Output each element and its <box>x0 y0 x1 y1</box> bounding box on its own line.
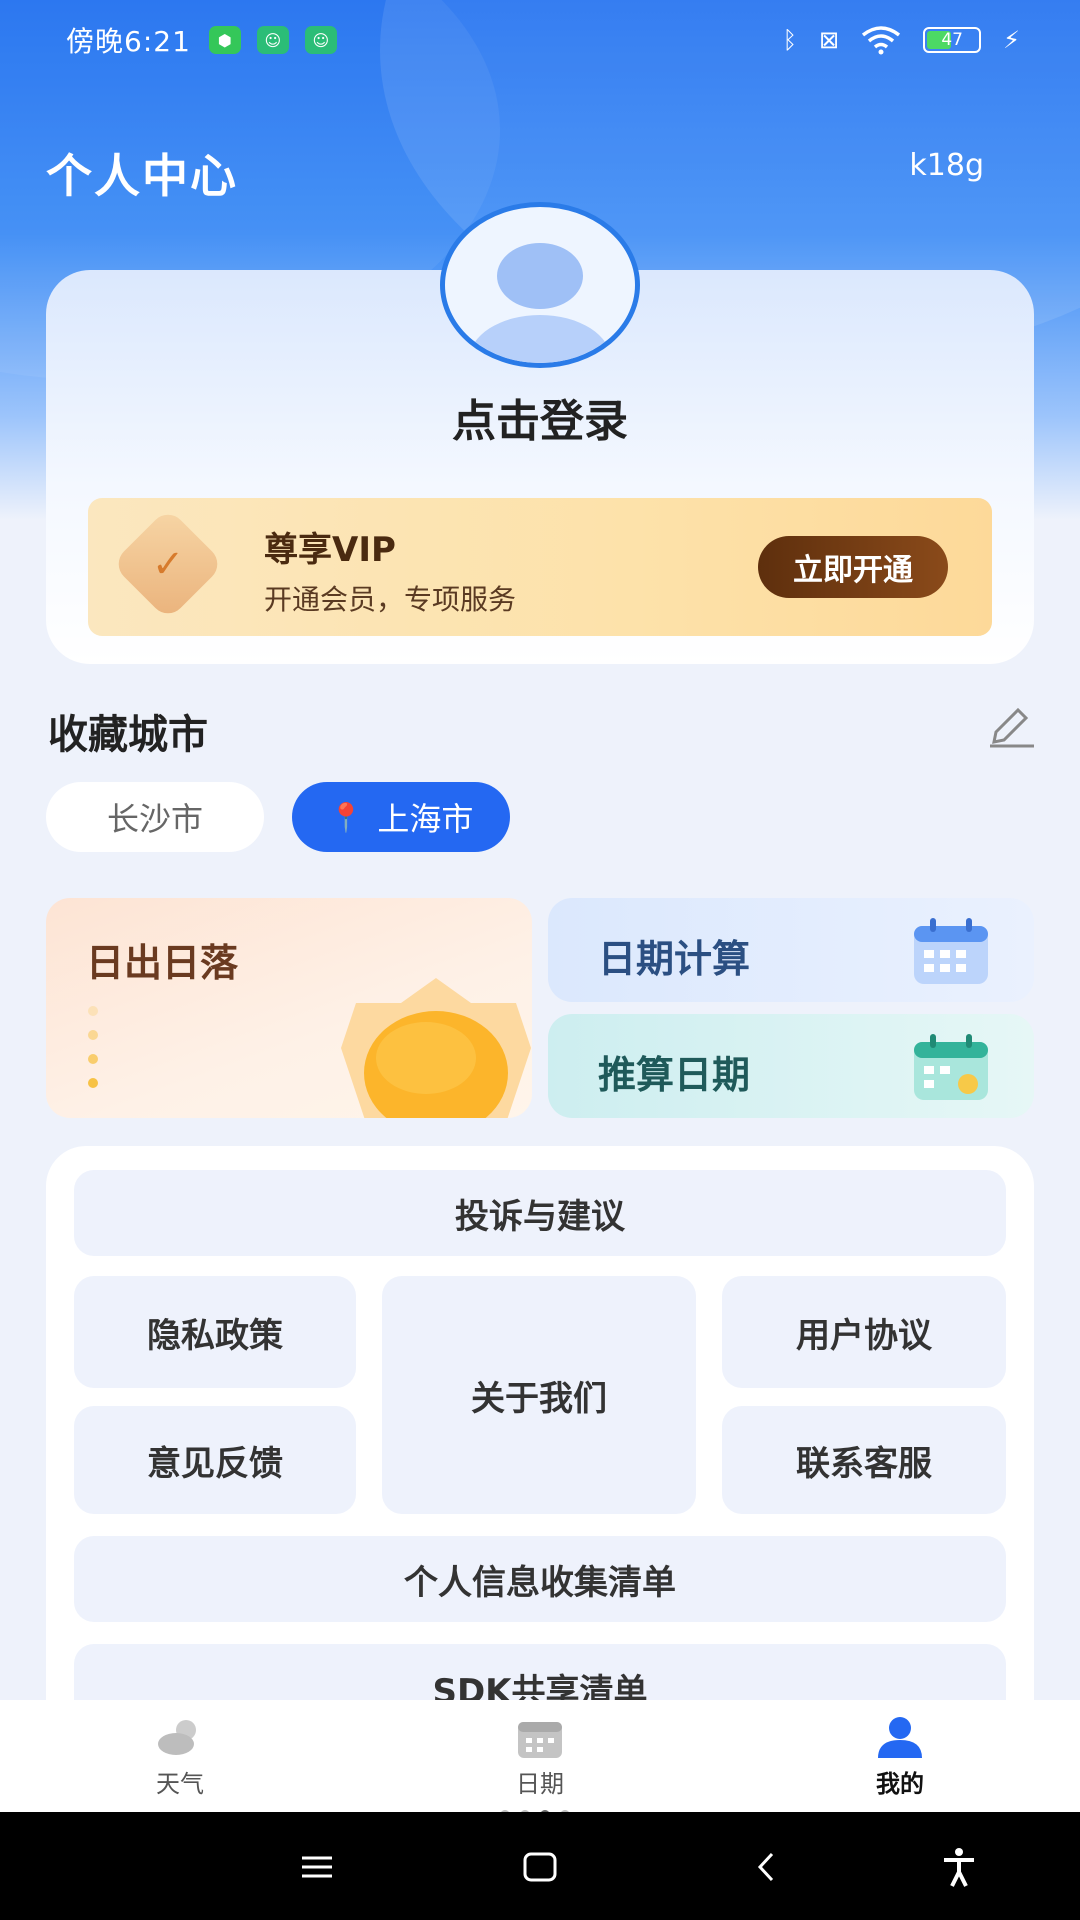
avatar[interactable] <box>440 202 640 368</box>
status-bar: 傍晚6:21 ⬢ ☺ ☺ ᛒ ⊠ 47 ⚡ <box>0 0 1080 80</box>
location-pin-icon: 📍 <box>328 800 364 834</box>
cat-icon: ☺ <box>256 26 289 54</box>
nav-label: 日期 <box>516 1769 564 1798</box>
vip-title: 尊享VIP <box>264 530 396 570</box>
tool-sunrise-sunset[interactable]: 日出日落 <box>46 898 532 1118</box>
vip-activate-button[interactable]: 立即开通 <box>758 536 948 598</box>
weather-icon <box>158 1719 196 1755</box>
user-agreement-button[interactable]: 用户协议 <box>722 1276 1006 1388</box>
tool-date-calculate[interactable]: 日期计算 <box>548 898 1034 1002</box>
cat-icon: ☺ <box>304 26 337 54</box>
battery-icon: 47 <box>923 27 982 53</box>
status-time: 傍晚6:21 <box>66 25 191 58</box>
about-us-button[interactable]: 关于我们 <box>382 1276 696 1514</box>
home-icon[interactable] <box>515 1842 565 1892</box>
edit-icon[interactable] <box>986 702 1036 748</box>
privacy-policy-button[interactable]: 隐私政策 <box>74 1276 356 1388</box>
tool-label: 日期计算 <box>598 937 751 981</box>
city-chip-shanghai[interactable]: 📍 上海市 <box>292 782 510 852</box>
version-label: k18g <box>909 148 984 183</box>
city-name: 上海市 <box>377 800 474 838</box>
back-icon[interactable] <box>742 1842 792 1892</box>
tool-label: 推算日期 <box>598 1053 751 1097</box>
login-button[interactable]: 点击登录 <box>0 385 1080 449</box>
links-panel: 投诉与建议 隐私政策 关于我们 用户协议 意见反馈 联系客服 个人信息收集清单 … <box>46 1146 1034 1730</box>
city-chip-changsha[interactable]: 长沙市 <box>46 782 264 852</box>
city-name: 长沙市 <box>106 800 203 838</box>
system-nav-bar <box>0 1812 1080 1920</box>
page-title: 个人中心 <box>46 149 238 203</box>
sun-icon <box>341 978 531 1118</box>
menu-icon[interactable] <box>292 1842 342 1892</box>
tool-date-infer[interactable]: 推算日期 <box>548 1014 1034 1118</box>
nav-label: 我的 <box>876 1769 924 1798</box>
nav-mine[interactable]: 我的 <box>720 1700 1080 1812</box>
accessibility-icon[interactable] <box>934 1842 984 1892</box>
wifi-icon <box>862 26 901 55</box>
charging-icon: ⚡ <box>1003 26 1020 54</box>
personal-info-list-button[interactable]: 个人信息收集清单 <box>74 1536 1006 1622</box>
calendar-icon <box>914 918 988 984</box>
calendar-icon <box>518 1721 562 1758</box>
vip-banner[interactable]: ✓ 尊享VIP 开通会员，专项服务 立即开通 <box>88 498 992 636</box>
contact-support-button[interactable]: 联系客服 <box>722 1406 1006 1514</box>
shield-icon: ⬢ <box>208 26 241 54</box>
nav-weather[interactable]: 天气 <box>0 1700 360 1812</box>
sim-icon: ⊠ <box>819 26 840 54</box>
bluetooth-icon: ᛒ <box>782 26 798 54</box>
favorite-cities-title: 收藏城市 <box>48 712 208 758</box>
nav-date[interactable]: 日期 <box>360 1700 720 1812</box>
vip-badge-icon: ✓ <box>111 507 225 621</box>
battery-level: 47 <box>941 30 963 50</box>
feedback-button[interactable]: 意见反馈 <box>74 1406 356 1514</box>
nav-label: 天气 <box>156 1769 204 1798</box>
user-icon <box>878 1716 922 1758</box>
tool-label: 日出日落 <box>86 941 239 985</box>
complaint-button[interactable]: 投诉与建议 <box>74 1170 1006 1256</box>
vip-subtitle: 开通会员，专项服务 <box>264 583 517 616</box>
bottom-nav: 天气 日期 我的 <box>0 1700 1080 1812</box>
calendar-check-icon <box>914 1034 988 1100</box>
